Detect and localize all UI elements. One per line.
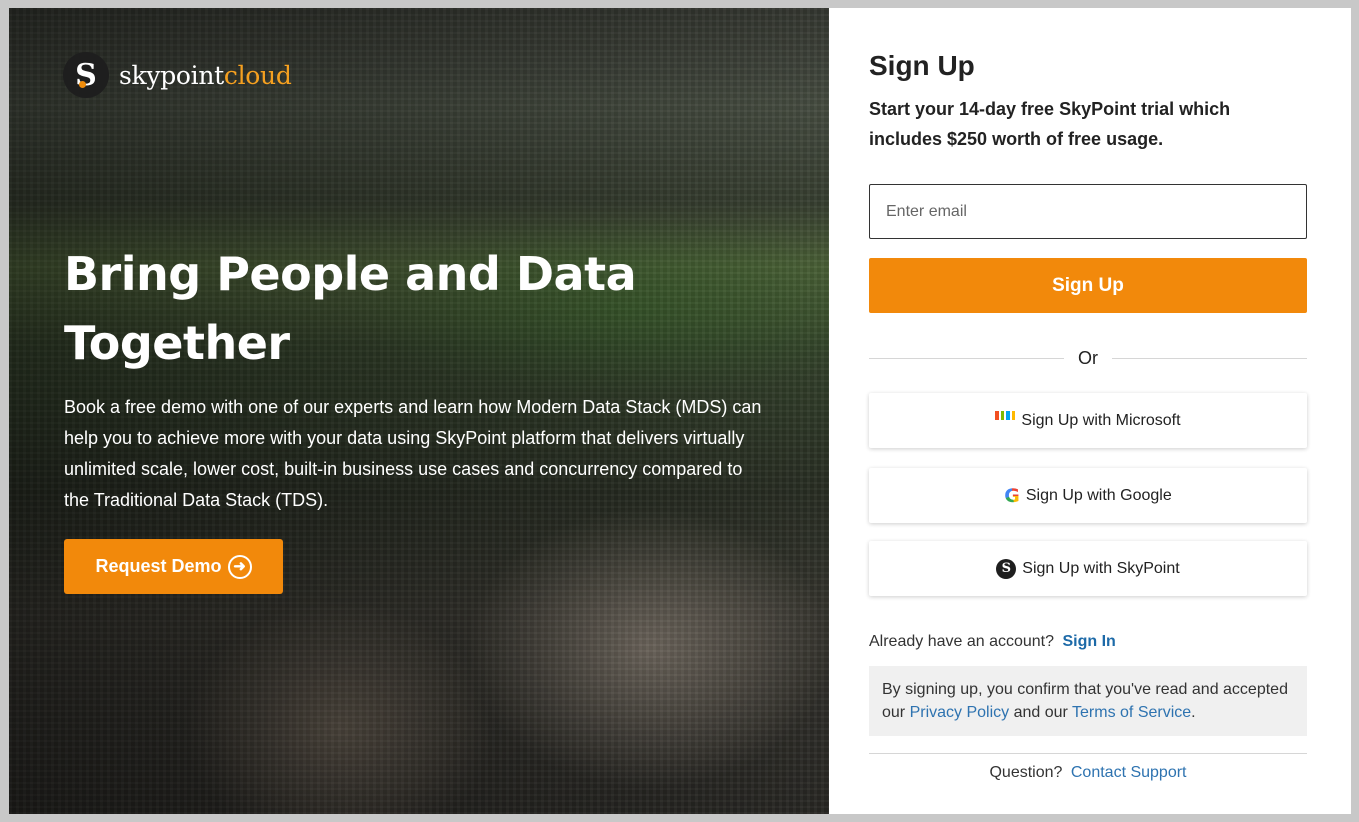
signup-title: Sign Up xyxy=(869,50,975,81)
divider-text: Or xyxy=(1078,347,1098,368)
signup-panel: Sign Up Start your 14-day free SkyPoint … xyxy=(829,8,1351,814)
microsoft-icon xyxy=(995,410,1016,431)
skypoint-icon: S xyxy=(996,558,1017,579)
skypoint-logo-icon: S xyxy=(63,52,109,98)
legal-middle: and our xyxy=(1013,704,1068,721)
request-demo-label: Request Demo xyxy=(95,556,222,576)
signup-microsoft-label: Sign Up with Microsoft xyxy=(1021,411,1181,429)
request-demo-button[interactable]: Request Demo ➜ xyxy=(64,539,283,594)
signin-link[interactable]: Sign In xyxy=(1062,633,1115,650)
signup-google-label: Sign Up with Google xyxy=(1025,486,1172,504)
signup-skypoint-button[interactable]: S Sign Up with SkyPoint xyxy=(869,541,1307,596)
support-prompt: Question? Contact Support xyxy=(869,764,1307,782)
signup-microsoft-button[interactable]: Sign Up with Microsoft xyxy=(869,393,1307,448)
brand-name-part2: cloud xyxy=(223,60,292,90)
legal-suffix: . xyxy=(1191,704,1196,721)
legal-notice: By signing up, you confirm that you've r… xyxy=(869,666,1307,736)
signup-button[interactable]: Sign Up xyxy=(869,258,1307,313)
privacy-policy-link[interactable]: Privacy Policy xyxy=(910,704,1010,721)
brand-logo[interactable]: S skypointcloud xyxy=(63,52,292,98)
signup-skypoint-label: Sign Up with SkyPoint xyxy=(1022,559,1180,577)
signin-prompt: Already have an account? Sign In xyxy=(869,633,1116,651)
divider-line-right xyxy=(1112,357,1307,359)
arrow-right-circle-icon: ➜ xyxy=(227,554,252,579)
question-text: Question? xyxy=(989,764,1063,781)
google-icon: G xyxy=(1004,484,1020,507)
terms-of-service-link[interactable]: Terms of Service xyxy=(1072,704,1191,721)
email-input[interactable] xyxy=(869,184,1307,239)
account-prompt-text: Already have an account? xyxy=(869,633,1055,650)
brand-name: skypointcloud xyxy=(119,61,292,90)
hero-title: Bring People and Data Together xyxy=(64,247,637,370)
divider-line-left xyxy=(869,357,1064,359)
signup-google-button[interactable]: G Sign Up with Google xyxy=(869,468,1307,523)
or-divider: Or xyxy=(869,346,1307,370)
hero-section: S skypointcloud Bring People and Data To… xyxy=(9,8,829,814)
contact-support-link[interactable]: Contact Support xyxy=(1071,764,1187,781)
hero-content: S skypointcloud Bring People and Data To… xyxy=(9,8,829,814)
footer-divider xyxy=(869,753,1307,754)
hero-description: Book a free demo with one of our experts… xyxy=(64,397,762,510)
brand-name-part1: skypoint xyxy=(119,60,224,90)
signup-subtitle: Start your 14-day free SkyPoint trial wh… xyxy=(869,99,1231,149)
page-frame: S skypointcloud Bring People and Data To… xyxy=(9,8,1351,814)
